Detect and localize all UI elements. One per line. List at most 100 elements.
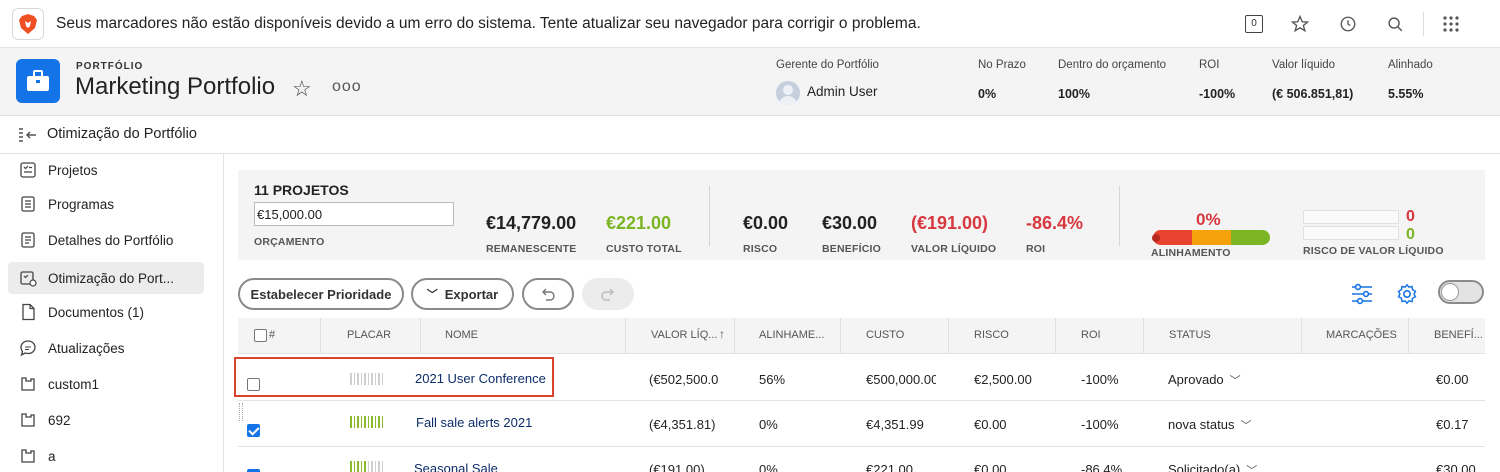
net-value: (€ 506.851,81)	[1272, 87, 1354, 101]
history-icon[interactable]	[1337, 13, 1359, 35]
portfolio-briefcase-icon	[16, 59, 60, 103]
remaining-label: REMANESCENTE	[486, 243, 577, 255]
column-header-alignment[interactable]: ALINHAME...	[759, 329, 824, 341]
divider	[1301, 318, 1302, 354]
portfolio-header: PORTFÓLIO Marketing Portfolio ☆ ooo Gere…	[0, 48, 1500, 116]
roi-cell: -100%	[1081, 372, 1119, 387]
column-header-name[interactable]: NOME	[445, 329, 478, 341]
project-name-link[interactable]: Seasonal Sale	[414, 461, 498, 472]
roi-value: -100%	[1199, 87, 1236, 101]
projects-count: 11 PROJETOS	[254, 182, 349, 198]
on-time-value: 0%	[978, 87, 997, 101]
export-button[interactable]: ﹀ Exportar	[411, 278, 514, 310]
chevron-down-icon: ﹀	[1240, 420, 1252, 432]
updates-icon	[18, 338, 38, 358]
roi-cell: -100%	[1081, 417, 1119, 432]
sidebar-item-692[interactable]: 692	[8, 404, 204, 436]
sub-header: Otimização do Portfólio	[0, 116, 1500, 154]
optimizer-icon	[18, 268, 38, 288]
tab-counter-icon[interactable]: 0	[1243, 13, 1265, 35]
column-header-cost[interactable]: CUSTO	[866, 329, 904, 341]
sort-ascending-icon[interactable]: ↑	[719, 327, 725, 341]
net-value-label: Valor líquido	[1272, 59, 1336, 71]
budget-input[interactable]	[254, 202, 454, 226]
score-meter	[350, 461, 383, 472]
sidebar-item-a[interactable]: a	[8, 440, 204, 472]
avatar	[776, 81, 800, 105]
status-value: Aprovado	[1168, 372, 1224, 387]
column-header-roi[interactable]: ROI	[1081, 329, 1101, 341]
collapse-panel-icon[interactable]	[18, 127, 38, 146]
column-header-net-value[interactable]: VALOR LÍQ...	[651, 329, 717, 341]
sidebar-item-label: Otimização do Port...	[48, 270, 175, 286]
column-header-risk[interactable]: RISCO	[974, 329, 1009, 341]
sidebar-item-custom1[interactable]: custom1	[8, 368, 204, 400]
status-dropdown[interactable]: Aprovado ﹀	[1168, 372, 1241, 388]
benefit-cell: €0.17	[1436, 417, 1469, 432]
benefit-cell: €30.00	[1436, 462, 1476, 472]
object-type-label: PORTFÓLIO	[76, 61, 144, 72]
budget-summary-panel: 11 PROJETOS ORÇAMENTO €14,779.00 REMANES…	[238, 170, 1485, 260]
divider	[420, 318, 421, 354]
column-header-tags[interactable]: MARCAÇÕES	[1326, 329, 1397, 341]
alignment-gauge-marker	[1152, 234, 1160, 242]
bookmarks-error-message: Seus marcadores não estão disponíveis de…	[56, 15, 921, 32]
star-icon[interactable]	[1289, 13, 1311, 35]
column-header-score[interactable]: PLACAR	[347, 329, 391, 341]
sidebar-item-programs[interactable]: Programas	[8, 188, 204, 220]
divider	[1143, 318, 1144, 354]
divider	[1423, 12, 1424, 36]
favorite-star-icon[interactable]: ☆	[292, 76, 312, 102]
toggle-switch[interactable]	[1438, 280, 1484, 304]
sidebar-item-portfolio-details[interactable]: Detalhes do Portfólio	[8, 224, 204, 256]
search-icon[interactable]	[1384, 13, 1406, 35]
filter-sliders-icon[interactable]	[1348, 280, 1376, 308]
set-priority-button[interactable]: Estabelecer Prioridade	[238, 278, 404, 310]
sidebar-item-projects[interactable]: Projetos	[8, 154, 204, 186]
status-dropdown[interactable]: nova status ﹀	[1168, 417, 1252, 433]
benefit-cell: €0.00	[1436, 372, 1469, 387]
status-dropdown[interactable]: Solicitado(a) ﹀	[1168, 462, 1257, 472]
project-name-link[interactable]: Fall sale alerts 2021	[416, 415, 532, 430]
row-checkbox[interactable]	[247, 424, 260, 437]
cost-cell: €500,000.00	[866, 372, 936, 387]
status-value: nova status	[1168, 417, 1235, 432]
chevron-down-icon: ﹀	[426, 289, 438, 301]
benefit-value: €30.00	[822, 213, 878, 233]
in-budget-value: 100%	[1058, 87, 1090, 101]
undo-icon	[542, 288, 555, 301]
projects-icon	[18, 160, 38, 180]
total-cost-value: €221.00	[606, 213, 672, 233]
table-row[interactable]: Fall sale alerts 2021 (€4,351.81) 0% €4,…	[238, 401, 1485, 447]
sidebar-item-label: 692	[48, 412, 71, 428]
divider	[734, 318, 735, 354]
net-risk-red-value: 0	[1406, 208, 1415, 225]
sidebar-item-label: Programas	[48, 196, 115, 212]
brave-lion-icon[interactable]	[12, 8, 44, 40]
score-meter	[350, 416, 383, 428]
table-header: # PLACAR NOME VALOR LÍQ... ↑ ALINHAME...…	[238, 318, 1485, 354]
sidebar-item-optimizer[interactable]: Otimização do Port...	[8, 262, 204, 294]
redo-button[interactable]	[582, 278, 634, 310]
alignment-value: 0%	[1196, 210, 1221, 229]
divider	[840, 318, 841, 354]
sidebar-item-documents[interactable]: Documentos (1)	[8, 296, 204, 328]
sidebar-item-label: Documentos (1)	[48, 304, 145, 320]
grid-icon[interactable]	[1440, 13, 1462, 35]
more-options-button[interactable]: ooo	[332, 78, 362, 96]
undo-button[interactable]	[522, 278, 574, 310]
select-all-checkbox[interactable]	[254, 329, 267, 342]
sidebar-item-label: Detalhes do Portfólio	[48, 232, 174, 248]
manager-name[interactable]: Admin User	[807, 84, 878, 99]
drag-handle-icon[interactable]	[239, 403, 243, 421]
chevron-down-icon: ﹀	[1246, 465, 1258, 472]
table-row[interactable]: Seasonal Sale (€191.00) 0% €221.00 €0.00…	[238, 447, 1485, 472]
benefit-label: BENEFÍCIO	[822, 243, 881, 255]
column-header-status[interactable]: STATUS	[1169, 329, 1211, 341]
chevron-down-icon: ﹀	[1229, 375, 1241, 387]
details-icon	[18, 230, 38, 250]
column-header-benefit[interactable]: BENEFÍ...	[1434, 329, 1483, 341]
settings-gear-icon[interactable]	[1393, 280, 1421, 308]
divider	[709, 186, 710, 246]
sidebar-item-updates[interactable]: Atualizações	[8, 332, 204, 364]
